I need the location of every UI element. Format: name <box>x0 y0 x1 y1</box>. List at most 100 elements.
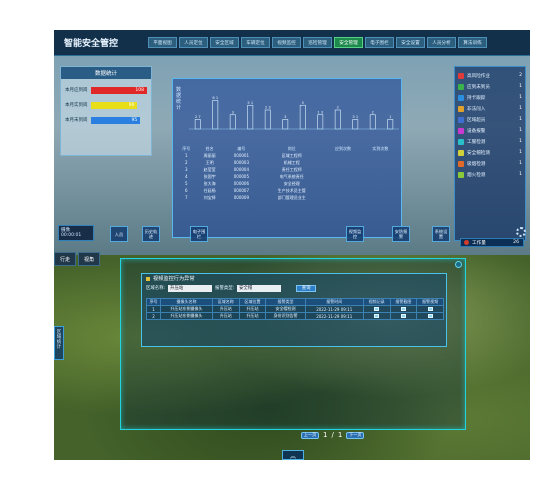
alarm-type-label: 工服检测 <box>467 139 486 145</box>
table-cell: 赵莹莹 <box>203 166 216 172</box>
video-record-icon[interactable] <box>374 306 380 311</box>
chart-data-label: 5 <box>302 101 304 105</box>
alarm-table-header: 报警截图 <box>389 298 418 306</box>
area-filter-select[interactable]: 升压站 <box>168 284 213 292</box>
alarm-summary-row[interactable]: 应到未到员 1 <box>458 81 522 92</box>
quick-action-button[interactable]: 安防报警 <box>392 226 410 242</box>
quick-action-bar: 摄像 00:00:01 人员 历史轨迹 电子围栏 视频监控 安防报警 系统设置 <box>54 223 530 245</box>
query-button[interactable]: 查询 <box>296 284 317 292</box>
alarm-summary-row[interactable]: 安全帽检测 1 <box>458 147 522 158</box>
chart-bar <box>194 119 201 130</box>
table-cell <box>362 173 399 180</box>
main-tabs: 平面视图 人员定位 安全区域 车辆定位 视频监控 巡检管理 安全管理 电子围栏 安全设置 人员分析… <box>148 37 487 48</box>
alarm-video-icon[interactable] <box>427 313 433 318</box>
table-cell: 生产技术员主管 <box>277 187 306 193</box>
stat-bar: 90 <box>91 101 138 109</box>
panel-title: 数据统计 <box>61 67 151 79</box>
alarm-video-icon[interactable] <box>427 306 433 311</box>
alarm-table-action-cell <box>416 312 444 320</box>
alarm-summary-row[interactable]: 工服检测 1 <box>458 136 522 147</box>
alarm-table-action-cell <box>389 305 418 313</box>
quick-action-button[interactable]: 人员 <box>110 226 128 242</box>
alarm-count: 1 <box>519 84 522 89</box>
alarm-count: 1 <box>519 139 522 144</box>
alarm-summary-row[interactable]: 非法闯入 1 <box>458 103 522 114</box>
alarm-summary-row[interactable]: 高风险作业 2 <box>458 70 522 81</box>
table-cell: 000003 <box>233 160 250 165</box>
tab-item[interactable]: 电子围栏 <box>365 37 394 48</box>
alarm-summary-row[interactable]: 烟火检测 1 <box>458 169 522 180</box>
gear-icon[interactable] <box>516 227 526 237</box>
alarm-type-icon <box>458 138 464 145</box>
screenshot-icon[interactable] <box>400 306 406 311</box>
alarm-summary-row[interactable]: 持卡跟踪 1 <box>458 92 522 103</box>
alarm-table-header: 区域名称 <box>211 298 240 306</box>
table-cell <box>362 187 399 194</box>
tab-item[interactable]: 人员定位 <box>179 37 208 48</box>
alarm-summary-row[interactable]: 区域超员 1 <box>458 114 522 125</box>
close-icon[interactable] <box>455 261 462 268</box>
alarm-table-cell: 安全帽检测 <box>265 305 306 313</box>
tab-item[interactable]: 巡检管理 <box>303 37 332 48</box>
quick-action-button[interactable]: 历史轨迹 <box>142 226 160 242</box>
walk-mode-button[interactable]: 行走 <box>54 252 76 266</box>
alarm-list-panel: 视频监控行为异常 区域名称: 升压站 报警类型: 安全帽 查询 序号 摄像头名称区… <box>141 273 447 347</box>
app-screen: 智能安全管控 平面视图 人员定位 安全区域 车辆定位 视频监控 巡检管理 安全管理 电子围栏安… <box>54 30 530 460</box>
alarm-table-header: 报警类型 <box>265 298 306 306</box>
table-cell: 6 <box>185 188 188 193</box>
video-record-icon[interactable] <box>374 313 380 318</box>
prev-page-button[interactable]: 上一页 <box>301 431 319 439</box>
quick-action-button[interactable]: 系统设置 <box>432 226 450 242</box>
alarm-type-label: 安全帽检测 <box>467 150 490 156</box>
chart-bar <box>247 104 254 130</box>
table-row: 5 张大海 000006 安全经理 <box>177 180 399 187</box>
alarm-type-icon <box>458 72 464 79</box>
table-cell <box>324 159 361 166</box>
table-cell: 王明 <box>205 159 214 165</box>
alarm-table-header: 视频记录 <box>362 298 391 306</box>
alarm-count: 1 <box>519 106 522 111</box>
tab-item[interactable]: 安全设置 <box>396 37 425 48</box>
chart-data-label: 2 3 <box>265 106 271 110</box>
stat-bar: 95 <box>91 116 141 124</box>
alarm-table-cell: 升压站 <box>238 305 267 313</box>
quick-action-button[interactable]: 视频监控 <box>346 226 364 242</box>
alarm-table-header: 序号 <box>145 298 162 306</box>
alarm-summary-row[interactable]: 设备报警 1 <box>458 125 522 136</box>
monthly-attendance-panel: 数据统计 本月应到岗 108 本月实到岗 90 本月未到岗 95 <box>60 66 152 156</box>
tab-item[interactable]: 平面视图 <box>148 37 177 48</box>
chart-data-label: 5 1 <box>247 101 253 105</box>
alarm-type-label: 高风险作业 <box>467 73 490 79</box>
alarm-type-icon <box>458 83 464 90</box>
view-mode-button[interactable]: 视角 <box>78 252 100 266</box>
recording-box[interactable]: 摄像 00:00:01 <box>58 225 94 241</box>
table-row: 4 张国宇 000005 电气系统责任 <box>177 173 399 180</box>
alarm-table-row[interactable]: 1 升压站东侧摄像头 升压站 升压站 安全帽检测 2022-11-29 09:11 <box>145 305 444 313</box>
table-row: 7 刘宝铎 000009 部门管理员业主 <box>177 194 399 201</box>
quick-action-button[interactable]: 电子围栏 <box>190 226 208 242</box>
filter-row: 区域名称: 升压站 报警类型: 安全帽 查询 <box>142 283 446 293</box>
alarm-table-cell: 2022-11-29 09:11 <box>304 312 364 320</box>
type-filter-select[interactable]: 安全帽 <box>237 284 282 292</box>
tab-item[interactable]: 安全区域 <box>210 37 239 48</box>
alarm-summary-row[interactable]: 吸烟检测 1 <box>458 158 522 169</box>
chart-data-label: 3 <box>284 115 286 119</box>
chart-data-label: 1 3 <box>317 110 323 114</box>
alarm-type-label: 吸烟检测 <box>467 161 486 167</box>
table-cell: 000009 <box>233 195 250 200</box>
tab-item[interactable]: 算法训练 <box>458 37 487 48</box>
alarm-table-cell: 2022-11-29 09:11 <box>304 305 364 313</box>
stat-row: 本月未到岗 95 <box>65 116 147 124</box>
next-page-button[interactable]: 下一页 <box>346 431 365 439</box>
tab-item[interactable]: 人员分析 <box>427 37 456 48</box>
side-tab-area-stats[interactable]: 区域统计 <box>54 326 64 360</box>
alarm-table-header: 摄像头名称 <box>160 298 213 306</box>
tab-item[interactable]: 视频监控 <box>272 37 301 48</box>
chevron-up-icon[interactable]: ︽ <box>282 450 304 460</box>
chart-data-label: 3 <box>232 110 234 114</box>
alarm-table-row[interactable]: 2 升压站东侧摄像头 升压站 升压站 身份识别告警 2022-11-29 09:11 <box>145 312 444 320</box>
screenshot-icon[interactable] <box>400 313 406 318</box>
tab-item[interactable]: 安全管理 <box>334 37 363 48</box>
tab-item[interactable]: 车辆定位 <box>241 37 270 48</box>
alarm-table: 序号 摄像头名称 区域名称 区域位置 报警类型 报警时间 视频记录 报警截图 报警视频 1 升压站… <box>145 298 444 320</box>
